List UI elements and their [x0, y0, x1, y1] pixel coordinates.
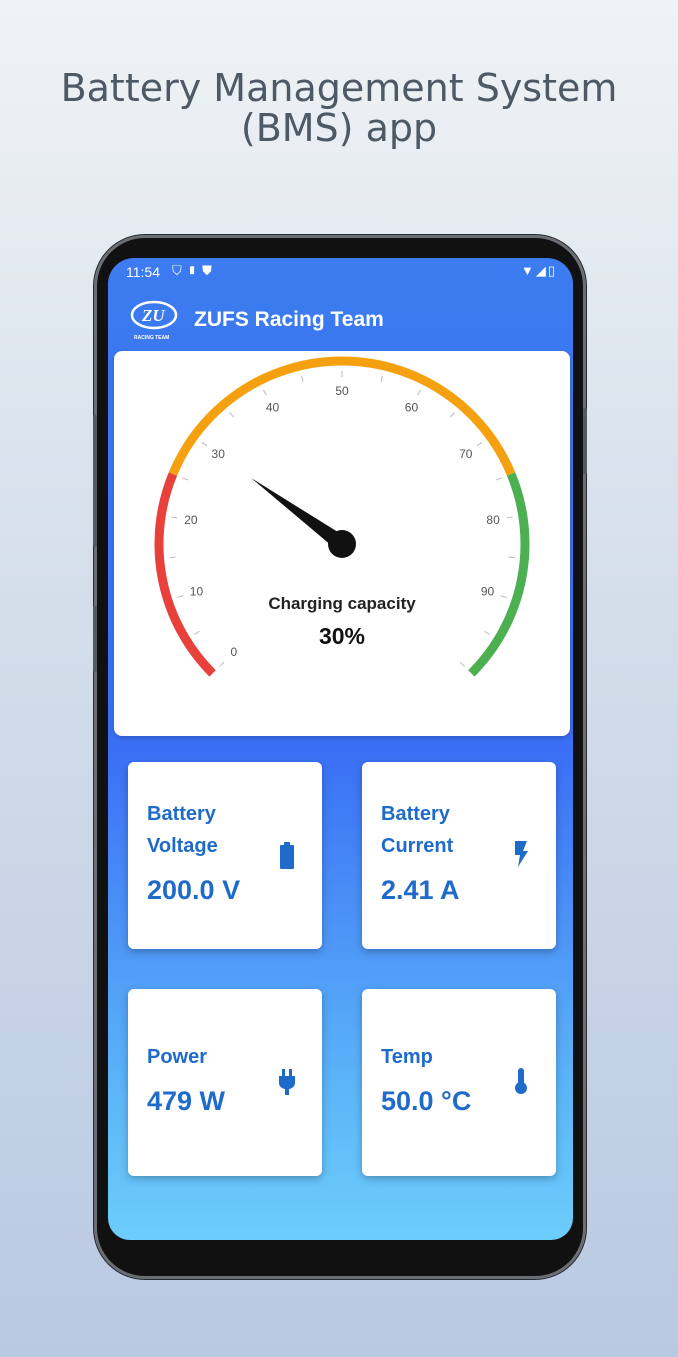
app-title: ZUFS Racing Team — [194, 308, 384, 331]
battery-current-tile[interactable]: Battery Current 2.41 A — [362, 762, 556, 949]
tile-label-line1: Battery — [381, 803, 450, 825]
tile-value: 2.41 A — [381, 875, 460, 905]
phone-side-button-left-bottom — [93, 606, 97, 672]
gauge-tick — [301, 375, 304, 382]
tile-label-line1: Battery — [147, 803, 216, 825]
wifi-icon: ▼ — [520, 263, 536, 278]
promo-headline-line1: Battery Management System — [60, 66, 618, 110]
logo-text: ZU — [141, 306, 165, 325]
status-time: 11:54 — [126, 264, 160, 280]
tile-label-line1: Power — [147, 1046, 208, 1068]
shield-icon: ⛉ — [172, 263, 187, 278]
status-bar: 11:54 ⛉▮⛊ ▼◢▯ — [108, 258, 573, 288]
battery-icon: ▯ — [547, 263, 557, 278]
plug-icon — [279, 1069, 295, 1095]
tile-value: 200.0 V — [147, 875, 241, 905]
battery-icon — [280, 842, 294, 869]
gauge-tick — [380, 375, 383, 382]
tile-label-line2: Current — [381, 835, 454, 857]
gauge-tick — [496, 477, 503, 481]
temp-tile[interactable]: Temp 50.0 °C — [362, 989, 556, 1176]
tile-label-line1: Temp — [381, 1046, 433, 1068]
gauge-tick — [476, 441, 483, 447]
phone-side-button-left-top — [93, 415, 97, 547]
charging-gauge: 0102030405060708090 — [154, 356, 530, 677]
gauge-tick — [459, 661, 465, 667]
charging-gauge-card: 0 10 20 30 40 50 60 70 80 90 Charging capacity 30… — [114, 351, 570, 736]
logo-subtext: RACING TEAM — [134, 335, 169, 341]
gauge-tick-label: 40 — [266, 401, 280, 415]
team-logo: ZU RACING TEAM — [130, 300, 178, 341]
promo-headline-line2: (BMS) app — [240, 106, 438, 150]
gauge-tick — [229, 412, 234, 418]
bolt-icon — [515, 841, 528, 867]
status-right-icons: ▼◢▯ — [521, 263, 557, 279]
gauge-tick-label: 30 — [212, 447, 226, 461]
gauge-tick — [219, 661, 225, 667]
gauge-tick — [417, 389, 421, 396]
gauge-caption: Charging capacity — [268, 594, 416, 613]
thermometer-icon — [515, 1068, 527, 1094]
gauge-tick — [263, 389, 267, 396]
gauge-tick-label: 20 — [184, 513, 198, 527]
tile-value: 479 W — [147, 1086, 226, 1116]
battery-voltage-tile[interactable]: Battery Voltage 200.0 V — [128, 762, 322, 949]
power-tile[interactable]: Power 479 W — [128, 989, 322, 1176]
tile-value: 50.0 °C — [381, 1086, 472, 1116]
tile-label-line2: Voltage — [147, 835, 218, 857]
sd-card-icon: ▮ — [186, 263, 203, 278]
status-left-icons: ⛉▮⛊ — [172, 263, 217, 279]
gauge-tick — [201, 441, 208, 447]
signal-icon: ◢ — [535, 263, 548, 278]
promo-headline: Battery Management System (BMS) app — [0, 68, 678, 148]
gauge-tick-label: 80 — [486, 513, 500, 527]
gauge-tick — [506, 516, 513, 519]
gauge-tick-label: 70 — [459, 447, 473, 461]
gauge-tick — [450, 412, 455, 418]
gauge-tick-label: 50 — [335, 384, 349, 398]
gauge-value: 30% — [318, 623, 366, 649]
gauge-needle-hub — [328, 530, 356, 558]
gauge-tick — [171, 516, 178, 519]
gauge-tick — [181, 477, 188, 481]
phone-side-button-right — [583, 408, 587, 474]
gauge-tick-label: 60 — [405, 401, 419, 415]
vpn-icon: ⛊ — [202, 263, 217, 278]
app-bar: ZU RACING TEAM ZUFS Racing Team — [108, 288, 573, 346]
app-screen: 11:54 ⛉▮⛊ ▼◢▯ ZU RACING TEAM ZUFS Racing… — [108, 258, 573, 1240]
